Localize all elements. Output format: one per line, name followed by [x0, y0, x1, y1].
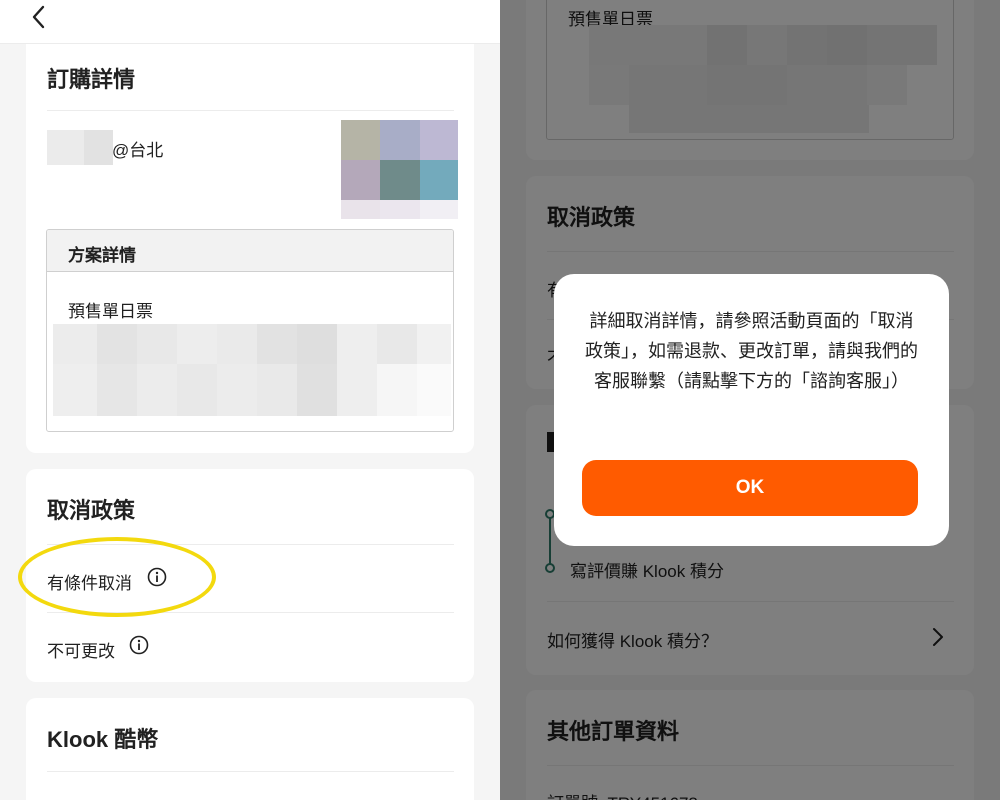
divider: [47, 110, 454, 111]
order-detail-screen: 訂購詳情 @台北 方案詳情 預售單日票 取消政策 有條件取消 不可更改 Kloo…: [0, 0, 500, 800]
activity-thumbnail[interactable]: [341, 120, 458, 219]
cancellation-info-dialog: 詳細取消詳情，請參照活動頁面的「取消政策」，如需退款、更改訂單，請與我們的客服聯…: [554, 274, 949, 546]
dialog-message: 詳細取消詳情，請參照活動頁面的「取消政策」，如需退款、更改訂單，請與我們的客服聯…: [585, 311, 918, 391]
divider: [47, 612, 454, 613]
order-location: @台北: [112, 141, 164, 160]
klook-coins-card: Klook 酷幣: [26, 698, 474, 800]
order-detail-screen-with-dialog: 預售單日票 取消政策 有 不: [500, 0, 1000, 800]
order-details-title: 訂購詳情: [47, 67, 136, 92]
no-change-label: 不可更改: [47, 642, 115, 661]
divider: [47, 544, 454, 545]
top-nav-bar: [0, 0, 500, 44]
cancellation-policy-title: 取消政策: [47, 498, 136, 523]
divider: [47, 771, 454, 772]
info-icon[interactable]: [147, 567, 167, 587]
plan-details-header: 方案詳情: [47, 230, 453, 272]
back-arrow-icon: [32, 5, 45, 29]
conditional-cancel-label: 有條件取消: [47, 574, 132, 593]
klook-coins-title: Klook 酷幣: [47, 727, 159, 752]
info-icon[interactable]: [129, 635, 149, 655]
cancellation-policy-card: 取消政策 有條件取消 不可更改: [26, 469, 474, 682]
plan-ticket-type: 預售單日票: [68, 302, 153, 321]
order-details-card: 訂購詳情 @台北 方案詳情 預售單日票: [26, 44, 474, 453]
plan-details-box: 方案詳情 預售單日票: [46, 229, 454, 432]
redacted-plan-info: [53, 324, 451, 416]
plan-details-header-label: 方案詳情: [68, 246, 136, 265]
ok-button[interactable]: OK: [582, 460, 918, 516]
redacted-name-part: [84, 130, 113, 165]
back-button[interactable]: [26, 2, 54, 32]
